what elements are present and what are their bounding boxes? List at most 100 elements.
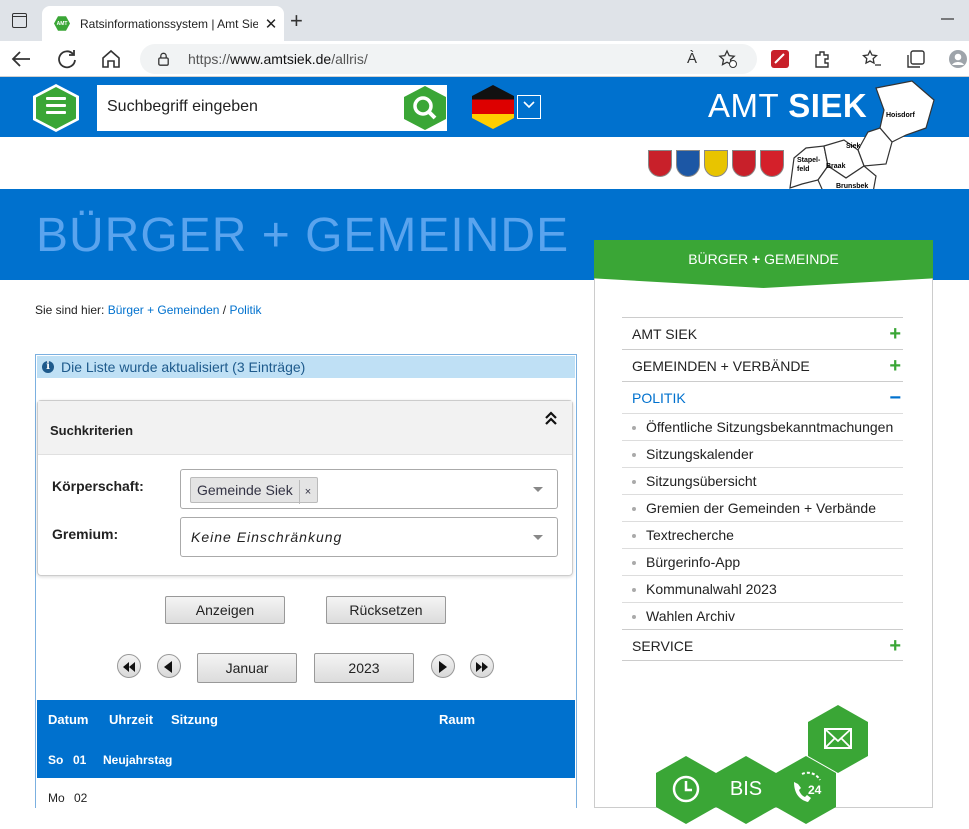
year-button[interactable]: 2023 xyxy=(314,653,414,683)
col-meeting[interactable]: Sitzung xyxy=(171,700,218,740)
dropdown-arrow-icon[interactable] xyxy=(533,535,543,540)
language-dropdown[interactable] xyxy=(517,95,541,119)
crest-icon[interactable] xyxy=(648,150,672,177)
col-date[interactable]: Datum xyxy=(48,700,88,740)
sidebar-item-label: GEMEINDEN + VERBÄNDE xyxy=(632,358,810,374)
url-field[interactable]: https://www.amtsiek.de/allris/ xyxy=(140,44,757,74)
first-page-button[interactable] xyxy=(117,654,141,678)
crest-icon[interactable] xyxy=(732,150,756,177)
last-page-button[interactable] xyxy=(470,654,494,678)
home-icon[interactable] xyxy=(100,48,124,70)
next-page-button[interactable] xyxy=(431,654,455,678)
hamburger-icon[interactable] xyxy=(46,97,66,118)
gremium-label: Gremium: xyxy=(52,526,119,542)
right-icon xyxy=(439,661,447,673)
browser-tab[interactable]: AMT SIEK Ratsinformationssystem | Amt Si… xyxy=(42,6,284,41)
update-notice: i Die Liste wurde aktualisiert (3 Einträ… xyxy=(37,356,575,378)
sidebar-menu: AMT SIEK + GEMEINDEN + VERBÄNDE + POLITIK −… xyxy=(622,317,903,661)
sidebar-subitem[interactable]: Kommunalwahl 2023 xyxy=(622,575,903,602)
table-row[interactable]: So 01 Neujahrstag xyxy=(37,740,575,778)
favicon-icon: AMT SIEK xyxy=(54,16,70,31)
url-path: /allris/ xyxy=(331,51,368,67)
sidebar-item-amt-siek[interactable]: AMT SIEK + xyxy=(622,317,903,349)
breadcrumb-separator: / xyxy=(219,303,230,317)
extension-red-icon[interactable] xyxy=(770,49,790,69)
selected-chip: Gemeinde Siek × xyxy=(190,477,319,504)
profile-avatar[interactable] xyxy=(948,49,968,69)
sidebar-item-service[interactable]: SERVICE + xyxy=(622,629,903,661)
map-label-stapelfeld: Stapel- xyxy=(797,157,821,164)
crest-icon[interactable] xyxy=(676,150,700,177)
collections-icon[interactable] xyxy=(906,49,926,69)
table-row[interactable]: Mo 02 xyxy=(37,778,575,816)
crest-icon[interactable] xyxy=(704,150,728,177)
sidebar-subitem[interactable]: Bürgerinfo-App xyxy=(622,548,903,575)
gremium-value: Keine Einschränkung xyxy=(191,529,343,545)
lock-icon xyxy=(158,52,169,66)
left-icon xyxy=(164,661,172,673)
sidebar-subitem[interactable]: Gremien der Gemeinden + Verbände xyxy=(622,494,903,521)
sidebar-item-label: AMT SIEK xyxy=(632,326,698,342)
reset-button[interactable]: Rücksetzen xyxy=(326,596,446,624)
window-menu-icon[interactable] xyxy=(12,13,27,28)
search-criteria-header[interactable]: Suchkriterien xyxy=(38,401,572,455)
url-prefix: https:// xyxy=(188,51,231,67)
expand-icon[interactable]: + xyxy=(889,350,901,382)
minimize-icon[interactable] xyxy=(940,12,956,26)
sidebar-subitem[interactable]: Wahlen Archiv xyxy=(622,602,903,629)
browser-tab-bar: AMT SIEK Ratsinformationssystem | Amt Si… xyxy=(0,0,969,41)
breadcrumb-link-buerger[interactable]: Bürger + Gemeinden xyxy=(108,303,220,317)
chip-remove-icon[interactable]: × xyxy=(298,480,311,504)
double-right-icon xyxy=(476,662,488,672)
expand-icon[interactable]: + xyxy=(889,318,901,350)
prev-page-button[interactable] xyxy=(157,654,181,678)
sidebar-subitem[interactable]: Sitzungsübersicht xyxy=(622,467,903,494)
sidebar-subitem[interactable]: Sitzungskalender xyxy=(622,440,903,467)
back-icon[interactable] xyxy=(10,49,34,69)
crest-icon[interactable] xyxy=(760,150,784,177)
url-domain: www.amtsiek.de xyxy=(230,51,332,67)
map-label-braak: Braak xyxy=(826,163,846,170)
sidebar-heading-plus: + xyxy=(752,251,761,267)
sidebar-heading: BÜRGER + GEMEINDE xyxy=(594,240,933,288)
chip-label: Gemeinde Siek xyxy=(197,482,293,498)
sidebar-subitem[interactable]: Öffentliche Sitzungsbekanntmachungen xyxy=(622,413,903,440)
breadcrumb: Sie sind hier: Bürger + Gemeinden / Poli… xyxy=(35,303,261,317)
breadcrumb-link-politik[interactable]: Politik xyxy=(229,303,261,317)
favorites-icon[interactable] xyxy=(862,49,882,69)
month-button[interactable]: Januar xyxy=(197,653,297,683)
sidebar-item-politik[interactable]: POLITIK − xyxy=(622,381,903,413)
sidebar-item-gemeinden[interactable]: GEMEINDEN + VERBÄNDE + xyxy=(622,349,903,381)
brand-light: AMT xyxy=(708,87,789,124)
col-room[interactable]: Raum xyxy=(439,700,475,740)
extensions-icon[interactable] xyxy=(812,49,832,69)
koerperschaft-select[interactable]: Gemeinde Siek × xyxy=(180,469,558,509)
reload-icon[interactable] xyxy=(56,48,80,70)
dropdown-arrow-icon[interactable] xyxy=(533,487,543,492)
double-left-icon xyxy=(123,662,135,672)
collapse-chevron-icon[interactable] xyxy=(544,410,558,426)
hours-label: 24 xyxy=(808,783,822,797)
map-label-stapelfeld-2: feld xyxy=(797,166,809,173)
collapse-icon[interactable]: − xyxy=(889,382,901,414)
tab-close-icon[interactable]: ✕ xyxy=(258,15,284,33)
sidebar-heading-b: GEMEINDE xyxy=(760,251,839,267)
gremium-select[interactable]: Keine Einschränkung xyxy=(180,517,558,557)
sidebar-item-label: POLITIK xyxy=(632,390,686,406)
row-day: So xyxy=(48,753,64,767)
map-label-siek: Siek xyxy=(846,143,861,150)
tab-title: Ratsinformationssystem | Amt Sie xyxy=(80,16,258,31)
page-title: BÜRGER + GEMEINDE xyxy=(36,209,570,262)
favorite-add-icon[interactable] xyxy=(718,49,738,69)
row-holiday: Neujahrstag xyxy=(103,753,173,767)
sidebar-heading-a: BÜRGER xyxy=(688,251,753,267)
koerperschaft-label: Körperschaft: xyxy=(52,478,144,494)
expand-icon[interactable]: + xyxy=(889,630,901,662)
show-button[interactable]: Anzeigen xyxy=(165,596,285,624)
sidebar-subitem[interactable]: Textrecherche xyxy=(622,521,903,548)
read-aloud-icon[interactable]: À xyxy=(682,49,702,69)
new-tab-icon[interactable]: + xyxy=(290,8,303,34)
col-time[interactable]: Uhrzeit xyxy=(109,700,153,740)
search-input[interactable]: Suchbegriff eingeben xyxy=(97,85,447,131)
sidebar-item-label: SERVICE xyxy=(632,638,694,654)
